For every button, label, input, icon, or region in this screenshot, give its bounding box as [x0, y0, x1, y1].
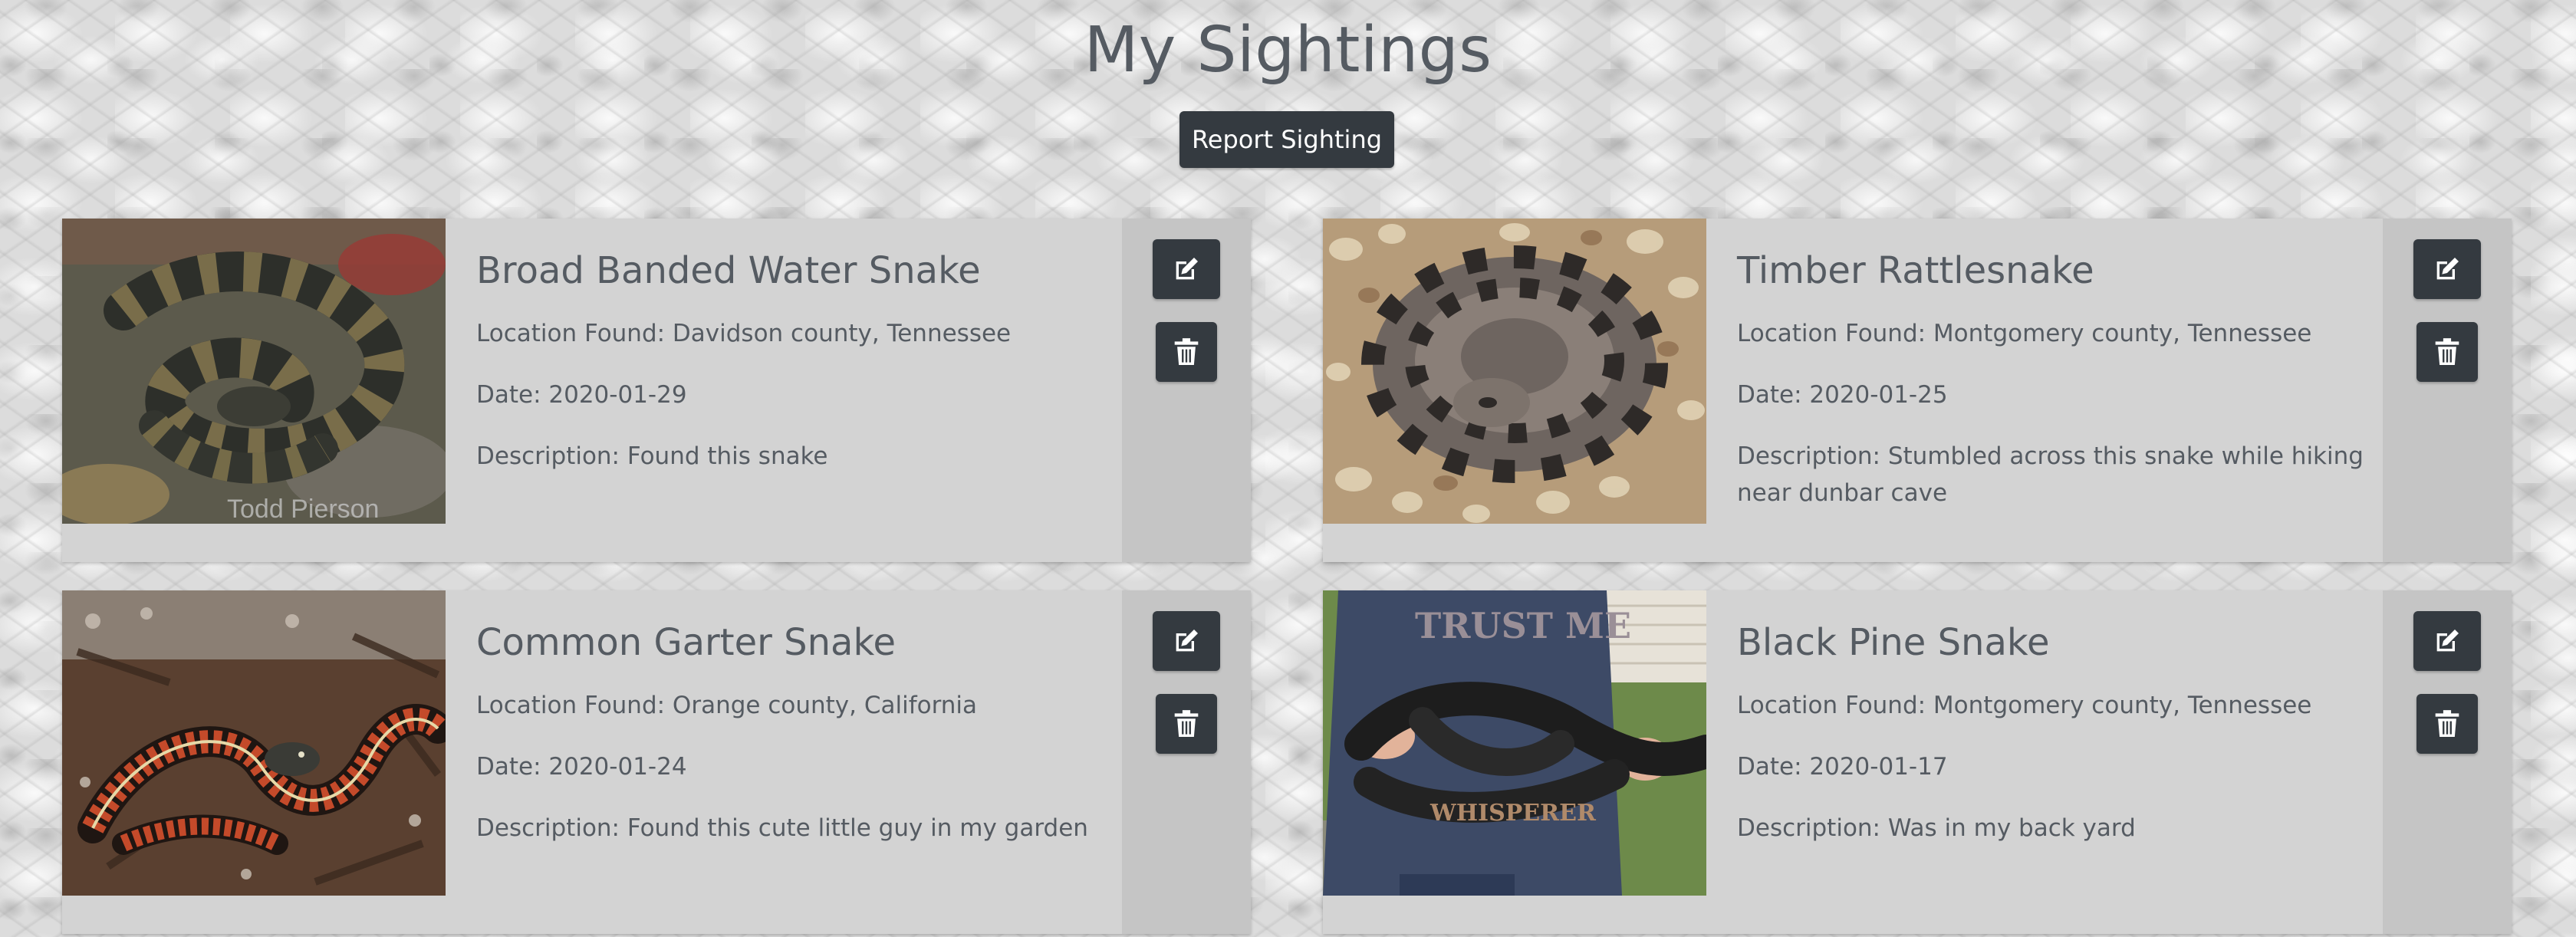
- edit-icon: [2436, 258, 2459, 280]
- card-actions: [2383, 219, 2512, 562]
- page-title: My Sightings: [1084, 14, 1492, 87]
- sighting-name: Broad Banded Water Snake: [476, 249, 981, 292]
- card-actions: [1122, 590, 1251, 934]
- sighting-location: Location Found: Orange county, Californi…: [476, 692, 978, 719]
- trash-icon: [2435, 710, 2459, 737]
- edit-button[interactable]: [2413, 239, 2481, 299]
- snake-photo: [62, 590, 446, 896]
- sighting-description: Description: Found this snake: [476, 442, 828, 470]
- sighting-name: Black Pine Snake: [1737, 621, 2050, 664]
- sighting-date: Date: 2020-01-17: [1737, 753, 1948, 781]
- delete-button[interactable]: [2416, 322, 2478, 382]
- shirt-text: TRUST ME: [1415, 605, 1631, 646]
- sighting-location: Location Found: Montgomery county, Tenne…: [1737, 692, 2312, 719]
- delete-button[interactable]: [2416, 694, 2478, 754]
- sighting-location: Location Found: Davidson county, Tenness…: [476, 320, 1012, 347]
- snake-photo: TRUST ME WHISPERER: [1323, 590, 1706, 896]
- sighting-card: Timber Rattlesnake Location Found: Montg…: [1323, 219, 2512, 562]
- sighting-location: Location Found: Montgomery county, Tenne…: [1737, 320, 2312, 347]
- edit-button[interactable]: [2413, 611, 2481, 671]
- sighting-name: Common Garter Snake: [476, 621, 897, 664]
- sighting-name: Timber Rattlesnake: [1737, 249, 2094, 292]
- sighting-date: Date: 2020-01-29: [476, 381, 687, 409]
- sighting-description: Description: Was in my back yard: [1737, 814, 2136, 842]
- photo-watermark: Todd Pierson: [227, 495, 379, 524]
- sighting-description: Description: Found this cute little guy …: [476, 814, 1088, 842]
- sighting-date: Date: 2020-01-25: [1737, 381, 1948, 409]
- edit-icon: [1176, 258, 1198, 280]
- trash-icon: [1174, 710, 1199, 737]
- sighting-date: Date: 2020-01-24: [476, 753, 687, 781]
- edit-button[interactable]: [1153, 611, 1220, 671]
- edit-icon: [1176, 630, 1198, 652]
- sighting-description: Description: Stumbled across this snake …: [1737, 442, 2364, 507]
- delete-button[interactable]: [1156, 694, 1217, 754]
- trash-icon: [1174, 338, 1199, 365]
- sighting-card: Common Garter Snake Location Found: Oran…: [62, 590, 1251, 934]
- snake-photo: Todd Pierson: [62, 219, 446, 524]
- edit-button[interactable]: [1153, 239, 1220, 299]
- sighting-card: TRUST ME WHISPERER Black Pine Snake Loca…: [1323, 590, 2512, 934]
- shirt-text: WHISPERER: [1429, 800, 1597, 827]
- snake-photo: [1323, 219, 1706, 524]
- report-sighting-button[interactable]: Report Sighting: [1179, 111, 1394, 168]
- sighting-card: Todd Pierson Broad Banded Water Snake Lo…: [62, 219, 1251, 562]
- card-actions: [2383, 590, 2512, 934]
- edit-icon: [2436, 630, 2459, 652]
- card-actions: [1122, 219, 1251, 562]
- trash-icon: [2435, 338, 2459, 365]
- delete-button[interactable]: [1156, 322, 1217, 382]
